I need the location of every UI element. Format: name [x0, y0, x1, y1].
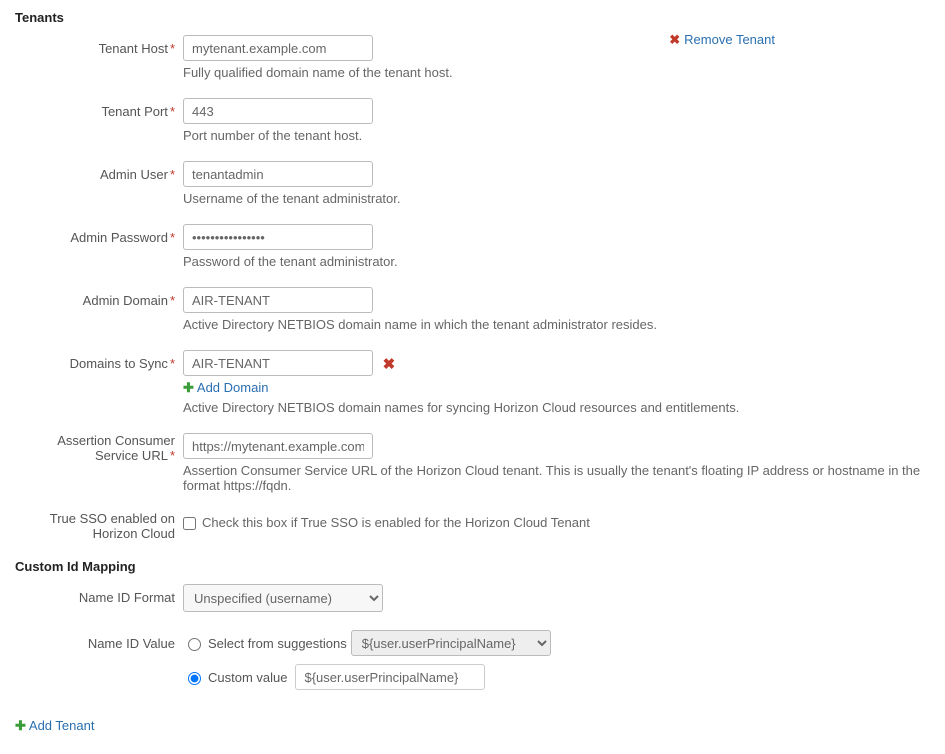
- admin-user-label: Admin User*: [15, 161, 183, 182]
- admin-user-input[interactable]: [183, 161, 373, 187]
- domains-sync-label: Domains to Sync*: [15, 350, 183, 371]
- name-id-suggestions-select[interactable]: ${user.userPrincipalName}: [351, 630, 551, 656]
- tenant-port-input[interactable]: [183, 98, 373, 124]
- remove-tenant-link[interactable]: ✖ Remove Tenant: [669, 32, 775, 48]
- tenant-port-help: Port number of the tenant host.: [183, 128, 930, 143]
- name-id-custom-input[interactable]: [295, 664, 485, 690]
- admin-domain-label: Admin Domain*: [15, 287, 183, 308]
- remove-tenant-label: Remove Tenant: [684, 32, 775, 47]
- name-id-format-select[interactable]: Unspecified (username): [183, 584, 383, 612]
- custom-id-section-title: Custom Id Mapping: [15, 559, 930, 574]
- acs-url-help: Assertion Consumer Service URL of the Ho…: [183, 463, 930, 493]
- name-id-suggestions-radio[interactable]: [188, 638, 201, 651]
- tenant-host-label: Tenant Host*: [15, 35, 183, 56]
- domains-sync-input[interactable]: [183, 350, 373, 376]
- plus-icon: ✚: [15, 718, 26, 733]
- name-id-value-label: Name ID Value: [15, 630, 183, 651]
- name-id-format-label: Name ID Format: [15, 584, 183, 605]
- tenant-port-label: Tenant Port*: [15, 98, 183, 119]
- name-id-suggestions-label: Select from suggestions: [208, 636, 347, 651]
- tenant-host-help: Fully qualified domain name of the tenan…: [183, 65, 930, 80]
- name-id-custom-label: Custom value: [208, 670, 287, 685]
- domains-sync-help: Active Directory NETBIOS domain names fo…: [183, 400, 930, 415]
- admin-domain-help: Active Directory NETBIOS domain name in …: [183, 317, 930, 332]
- add-tenant-link[interactable]: ✚Add Tenant: [15, 718, 930, 734]
- acs-url-label: Assertion Consumer Service URL*: [15, 433, 183, 463]
- plus-icon: ✚: [183, 380, 194, 395]
- true-sso-label: True SSO enabled on Horizon Cloud: [15, 511, 183, 541]
- acs-url-input[interactable]: [183, 433, 373, 459]
- true-sso-help: Check this box if True SSO is enabled fo…: [202, 515, 590, 530]
- admin-password-input[interactable]: [183, 224, 373, 250]
- tenants-section-title: Tenants: [15, 10, 930, 25]
- admin-password-help: Password of the tenant administrator.: [183, 254, 930, 269]
- remove-domain-icon[interactable]: ✖: [383, 355, 396, 373]
- name-id-custom-radio[interactable]: [188, 672, 201, 685]
- admin-user-help: Username of the tenant administrator.: [183, 191, 930, 206]
- tenant-host-input[interactable]: [183, 35, 373, 61]
- true-sso-checkbox[interactable]: [183, 517, 196, 530]
- admin-password-label: Admin Password*: [15, 224, 183, 245]
- admin-domain-input[interactable]: [183, 287, 373, 313]
- close-icon: ✖: [669, 32, 680, 47]
- add-domain-link[interactable]: ✚Add Domain: [183, 380, 268, 395]
